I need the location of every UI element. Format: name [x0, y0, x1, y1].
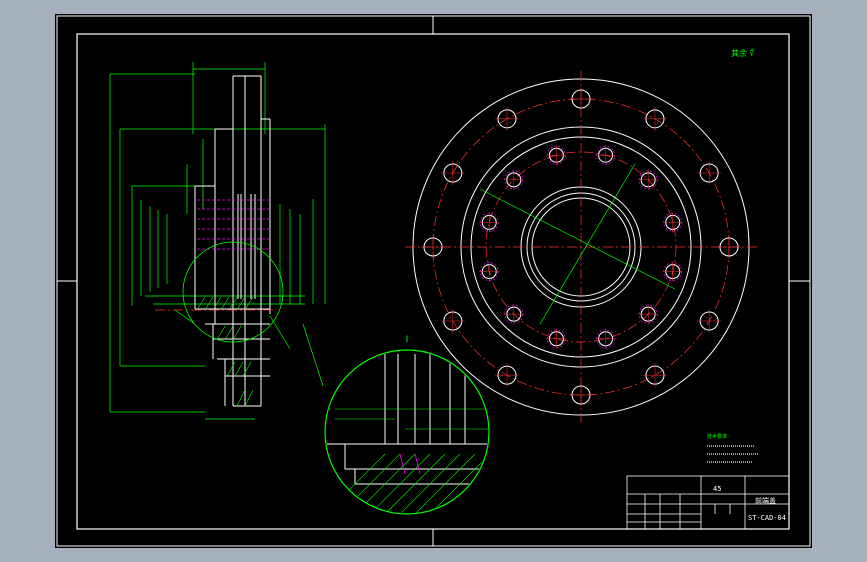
front-diameter-dim-2: [539, 163, 636, 325]
detail-view-boundary: [324, 349, 490, 515]
front-diameter-dim-1: [479, 188, 676, 290]
detail-view: I: [324, 335, 490, 515]
drawing-sheet: I 其余 ∜ 技术要求 45 前端盖 ST-CAD-04: [55, 14, 812, 548]
title-block-drawing-number: ST-CAD-04: [748, 514, 786, 522]
section-dimensions: [109, 62, 326, 420]
cad-drawing-canvas: I 其余 ∜ 技术要求: [56, 15, 811, 547]
section-view: [109, 62, 326, 420]
front-view: [405, 71, 757, 423]
roughness-note: 其余 ∜: [731, 48, 756, 58]
title-block-part-name: 前端盖: [755, 497, 776, 505]
tech-notes-title: 技术要求: [707, 433, 727, 440]
title-block-material: 45: [713, 485, 722, 493]
detail-view-label: I: [406, 335, 409, 345]
technical-notes: 技术要求: [707, 433, 759, 463]
detail-view-contents: [326, 354, 488, 513]
section-outline: [194, 75, 271, 407]
outer-frame: [56, 15, 811, 547]
